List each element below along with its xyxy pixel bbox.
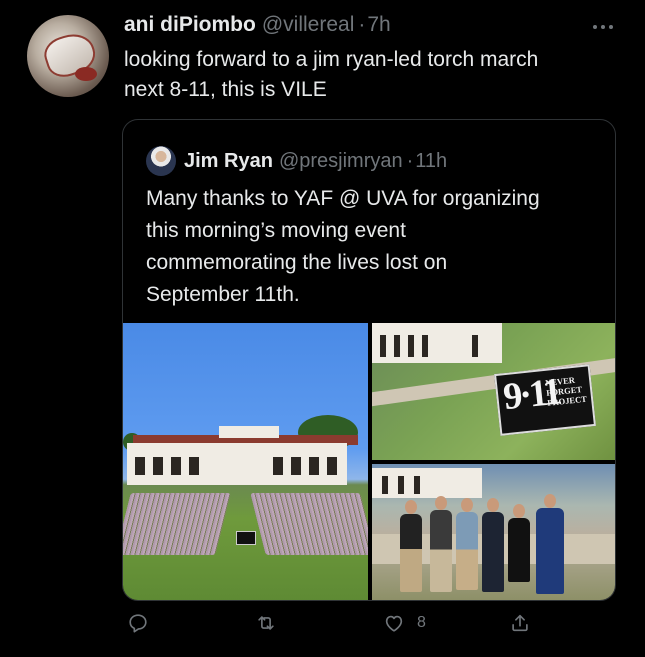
quoted-text-line: Many thanks to YAF @ UVA for organizing: [146, 187, 540, 210]
quoted-text-line: commemorating the lives lost on: [146, 251, 448, 274]
tweet-text: looking forward to a jim ryan-led torch …: [124, 45, 624, 105]
like-icon: [385, 615, 403, 632]
like-button[interactable]: 8: [383, 612, 426, 634]
quoted-header: Jim Ryan @presjimryan · 11h: [146, 146, 447, 176]
separator-dot: ·: [358, 13, 366, 36]
tweet-text-line: next 8-11, this is VILE: [124, 78, 327, 101]
share-button[interactable]: [509, 612, 531, 634]
share-icon: [512, 614, 528, 632]
like-count: 8: [417, 614, 426, 631]
quoted-text-line: this morning’s moving event: [146, 219, 406, 242]
quoted-avatar: [146, 146, 176, 176]
photo-lawn-flags[interactable]: [123, 323, 368, 600]
media-grid: 9·11 NEVER FORGET PROJECT: [123, 323, 615, 600]
quoted-separator-dot: ·: [406, 149, 414, 172]
quoted-text: Many thanks to YAF @ UVA for organizing …: [146, 183, 606, 311]
author-avatar[interactable]: [27, 15, 109, 97]
photo-sign[interactable]: 9·11 NEVER FORGET PROJECT: [372, 323, 615, 460]
tweet-time[interactable]: 7h: [367, 13, 390, 37]
sign-text: NEVER FORGET PROJECT: [545, 374, 588, 408]
tweet[interactable]: ani diPiombo @villereal · 7h looking for…: [0, 0, 645, 657]
retweet-button[interactable]: [255, 612, 277, 634]
reply-icon: [129, 614, 147, 633]
more-icon[interactable]: [592, 14, 614, 37]
never-forget-sign: 9·11 NEVER FORGET PROJECT: [494, 364, 596, 436]
action-bar: 8: [0, 612, 645, 644]
quoted-author-name: Jim Ryan: [184, 149, 273, 172]
tweet-header: ani diPiombo @villereal · 7h: [124, 13, 391, 41]
author-handle[interactable]: @villereal: [262, 13, 355, 37]
tweet-text-line: looking forward to a jim ryan-led torch …: [124, 48, 539, 71]
reply-button[interactable]: [127, 612, 149, 634]
quoted-time: 11h: [415, 149, 448, 172]
quoted-tweet[interactable]: Jim Ryan @presjimryan · 11h Many thanks …: [122, 119, 616, 601]
quoted-author-handle: @presjimryan: [278, 149, 403, 172]
photo-group[interactable]: [372, 464, 615, 600]
quoted-text-line: September 11th.: [146, 283, 300, 306]
author-name[interactable]: ani diPiombo: [124, 13, 256, 37]
retweet-icon: [258, 616, 274, 630]
